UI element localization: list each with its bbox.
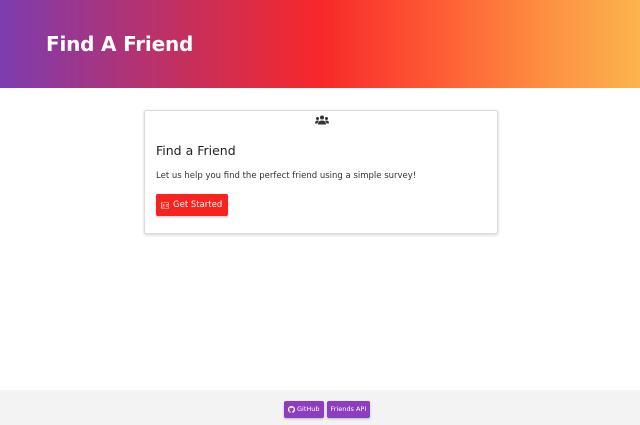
page-title: Find A Friend [46,32,194,56]
users-icon [315,115,329,125]
hero-banner: Find A Friend [0,0,640,88]
get-started-label: Get Started [173,200,223,210]
card-title: Find a Friend [156,143,236,158]
page: Find A Friend Find a Friend Let us help … [0,0,640,425]
friends-api-label: Friends API [330,405,367,413]
get-started-button[interactable]: Get Started [156,194,229,216]
friends-api-button[interactable]: Friends API [326,401,371,418]
footer-links: GitHub Friends API [284,401,371,418]
intro-card: Find a Friend Let us help you find the p… [144,110,498,234]
github-label: GitHub [297,405,320,413]
footer: GitHub Friends API [0,390,640,425]
id-card-icon [161,201,169,209]
github-button[interactable]: GitHub [284,401,324,418]
card-description: Let us help you find the perfect friend … [156,171,417,181]
github-icon [288,406,295,413]
